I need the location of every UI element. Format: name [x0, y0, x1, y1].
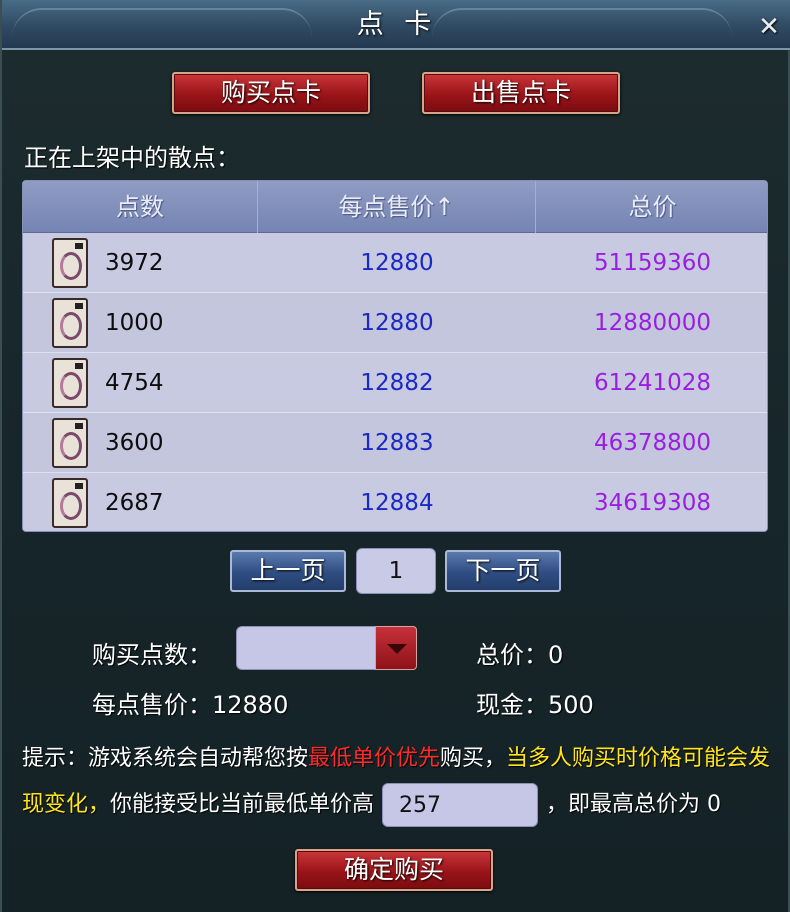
table-row[interactable]: 2687 12884 34619308 — [23, 473, 767, 531]
header-unit-price[interactable]: 每点售价↑ — [258, 181, 536, 233]
buy-points-dropdown-button[interactable] — [375, 626, 417, 670]
page-number: 1 — [356, 548, 436, 594]
row-points: 3972 — [105, 250, 164, 276]
row-points: 2687 — [105, 490, 164, 516]
cash-text: 现金：500 — [476, 691, 594, 719]
listing-section-label: 正在上架中的散点： — [24, 144, 240, 172]
buy-points-input[interactable] — [236, 626, 376, 670]
point-card-icon — [52, 418, 88, 468]
header-points[interactable]: 点数 — [23, 181, 258, 233]
point-card-icon — [52, 478, 88, 528]
row-total: 51159360 — [593, 250, 712, 276]
confirm-purchase-button[interactable]: 确定购买 — [295, 849, 493, 891]
row-unit-price: 12883 — [360, 430, 434, 456]
point-card-icon — [52, 358, 88, 408]
row-total: 46378800 — [593, 430, 712, 456]
tip-accept-prefix: 你能接受比当前最低单价高 — [110, 792, 375, 817]
table-row[interactable]: 4754 12882 61241028 — [23, 353, 767, 413]
table-header: 点数 每点售价↑ 总价 — [23, 181, 767, 233]
table-row[interactable]: 3972 12880 51159360 — [23, 233, 767, 293]
sell-point-card-tab[interactable]: 出售点卡 — [422, 72, 620, 114]
price-tolerance-input[interactable] — [382, 783, 539, 827]
row-points: 4754 — [105, 370, 164, 396]
purchase-tip: 提示：游戏系统会自动帮您按最低单价优先购买，当多人购买时价格可能会发现变化，你能… — [22, 736, 782, 828]
point-card-icon — [52, 238, 88, 288]
buy-points-label: 购买点数： — [92, 641, 212, 669]
title-bar[interactable]: 点 卡 ✕ — [2, 0, 790, 50]
window-title: 点 卡 — [356, 9, 438, 40]
row-total: 61241028 — [593, 370, 712, 396]
prev-page-button[interactable]: 上一页 — [230, 550, 346, 592]
point-card-window: 点 卡 ✕ 购买点卡 出售点卡 正在上架中的散点： 点数 每点售价↑ 总价 39… — [0, 0, 790, 912]
row-points: 1000 — [105, 310, 164, 336]
triangle-down-icon — [387, 644, 407, 654]
tip-accept-suffix: ，即最高总价为 0 — [546, 792, 722, 817]
row-unit-price: 12882 — [360, 370, 434, 396]
table-row[interactable]: 3600 12883 46378800 — [23, 413, 767, 473]
row-total: 12880000 — [593, 310, 712, 336]
tip-prefix: 提示：游戏系统会自动帮您按 — [22, 746, 309, 771]
row-total: 34619308 — [593, 490, 712, 516]
row-unit-price: 12884 — [360, 490, 434, 516]
row-unit-price: 12880 — [360, 250, 434, 276]
buy-point-card-tab[interactable]: 购买点卡 — [172, 72, 370, 114]
point-card-icon — [52, 298, 88, 348]
table-row[interactable]: 1000 12880 12880000 — [23, 293, 767, 353]
header-total[interactable]: 总价 — [536, 181, 767, 233]
close-icon[interactable]: ✕ — [756, 14, 782, 40]
total-price-text: 总价：0 — [476, 641, 564, 669]
row-unit-price: 12880 — [360, 310, 434, 336]
next-page-button[interactable]: 下一页 — [445, 550, 561, 592]
tip-mid: 购买， — [440, 746, 507, 771]
listing-table: 点数 每点售价↑ 总价 3972 12880 51159360 1000 128… — [22, 180, 768, 532]
table-body: 3972 12880 51159360 1000 12880 12880000 … — [23, 233, 767, 531]
unit-price-text: 每点售价：12880 — [92, 691, 289, 719]
row-points: 3600 — [105, 430, 164, 456]
tip-lowest-price-first: 最低单价优先 — [308, 746, 441, 771]
